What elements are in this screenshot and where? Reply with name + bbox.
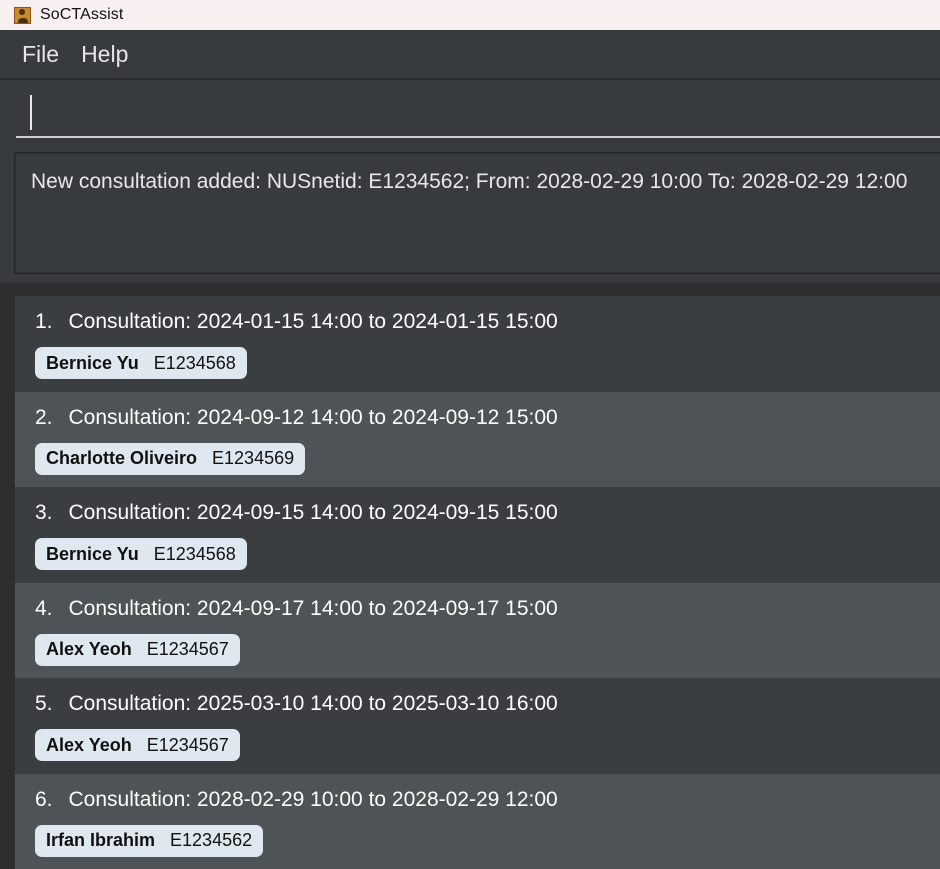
student-name: Irfan Ibrahim	[46, 830, 156, 850]
command-box	[0, 80, 940, 148]
student-name: Alex Yeoh	[46, 639, 132, 659]
menu-help[interactable]: Help	[71, 41, 140, 68]
student-id: E1234562	[170, 830, 253, 850]
consultation-text: Consultation: 2024-09-12 14:00 to 2024-0…	[68, 405, 558, 429]
student-tag: Bernice Yu E1234568	[35, 538, 247, 570]
student-tag: Bernice Yu E1234568	[35, 347, 247, 379]
student-tag: Charlotte Oliveiro E1234569	[35, 442, 306, 475]
menu-file[interactable]: File	[0, 41, 71, 68]
consultation-title: 2. Consultation: 2024-09-12 14:00 to 2024…	[35, 406, 558, 430]
result-display: New consultation added: NUSnetid: E12345…	[14, 152, 940, 274]
consultation-title: 6. Consultation: 2028-02-29 10:00 to 2028…	[35, 788, 558, 812]
consultation-title: 5. Consultation: 2025-03-10 14:00 to 2025…	[35, 692, 558, 716]
consultation-card[interactable]: 4. Consultation: 2024-09-17 14:00 to 2024…	[15, 582, 940, 678]
window-titlebar: SoCTAssist	[0, 0, 940, 30]
student-tag: Alex Yeoh E1234567	[35, 633, 240, 666]
consultation-text: Consultation: 2024-01-15 14:00 to 2024-0…	[68, 310, 558, 333]
consultation-card[interactable]: 5. Consultation: 2025-03-10 14:00 to 2025…	[15, 678, 940, 774]
student-id: E1234568	[153, 352, 236, 373]
command-input[interactable]	[16, 92, 940, 138]
consultation-index: 2.	[35, 405, 53, 429]
student-name: Charlotte Oliveiro	[46, 448, 198, 468]
consultation-card[interactable]: 3. Consultation: 2024-09-15 14:00 to 2024…	[15, 487, 940, 583]
consultation-title: 4. Consultation: 2024-09-17 14:00 to 2024…	[35, 597, 558, 621]
student-tag: Alex Yeoh E1234567	[35, 729, 240, 761]
consultation-title: 1. Consultation: 2024-01-15 14:00 to 2024…	[35, 310, 558, 334]
consultation-list[interactable]: 1. Consultation: 2024-01-15 14:00 to 2024…	[15, 296, 940, 869]
student-name: Bernice Yu	[46, 352, 139, 373]
result-message: New consultation added: NUSnetid: E12345…	[31, 170, 908, 193]
address-book-icon	[14, 6, 31, 24]
consultation-index: 3.	[35, 501, 53, 524]
student-id: E1234569	[212, 448, 295, 468]
consultation-text: Consultation: 2025-03-10 14:00 to 2025-0…	[68, 692, 558, 715]
consultation-text: Consultation: 2028-02-29 10:00 to 2028-0…	[68, 787, 558, 811]
window-title: SoCTAssist	[40, 6, 124, 23]
consultation-card[interactable]: 1. Consultation: 2024-01-15 14:00 to 2024…	[15, 296, 940, 392]
consultation-list-panel: 1. Consultation: 2024-01-15 14:00 to 2024…	[0, 282, 940, 869]
text-caret	[30, 95, 32, 130]
consultation-text: Consultation: 2024-09-15 14:00 to 2024-0…	[68, 501, 558, 524]
consultation-index: 4.	[35, 596, 53, 620]
consultation-index: 1.	[35, 310, 53, 333]
student-name: Bernice Yu	[46, 543, 139, 564]
consultation-index: 6.	[35, 787, 53, 811]
menu-bar: File Help	[0, 30, 940, 78]
student-tag: Irfan Ibrahim E1234562	[35, 824, 264, 857]
consultation-index: 5.	[35, 692, 53, 715]
student-name: Alex Yeoh	[46, 734, 132, 755]
consultation-card[interactable]: 2. Consultation: 2024-09-12 14:00 to 2024…	[15, 391, 940, 487]
student-id: E1234567	[146, 734, 229, 755]
consultation-title: 3. Consultation: 2024-09-15 14:00 to 2024…	[35, 501, 558, 525]
consultation-text: Consultation: 2024-09-17 14:00 to 2024-0…	[68, 596, 558, 620]
student-id: E1234567	[146, 639, 229, 659]
student-id: E1234568	[153, 543, 236, 564]
consultation-card[interactable]: 6. Consultation: 2028-02-29 10:00 to 2028…	[15, 773, 940, 869]
